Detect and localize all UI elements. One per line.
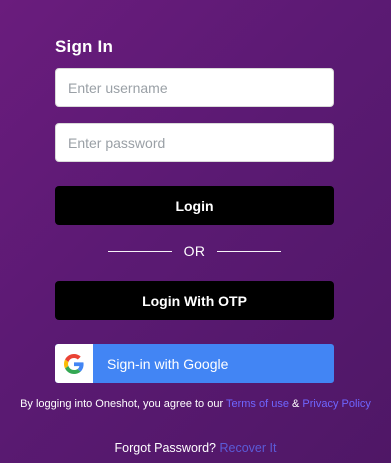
page-title: Sign In (55, 37, 114, 56)
login-with-otp-button[interactable]: Login With OTP (55, 281, 334, 320)
login-button-label: Login (175, 197, 214, 214)
google-button-label: Sign-in with Google (107, 355, 229, 372)
forgot-password-row: Forgot Password? Recover It (0, 441, 391, 455)
otp-button-label: Login With OTP (142, 292, 247, 309)
terms-ampersand: & (292, 398, 300, 410)
login-panel: Sign In Login OR Login With OTP Sign-in … (55, 36, 334, 383)
google-g-icon (64, 353, 84, 374)
terms-notice: By logging into Oneshot, you agree to ou… (0, 398, 391, 410)
divider-line-right (217, 250, 282, 252)
terms-of-use-link[interactable]: Terms of use (226, 398, 289, 410)
google-signin-button[interactable]: Sign-in with Google (55, 344, 334, 383)
divider-line-left (107, 250, 172, 252)
terms-prefix: By logging into Oneshot, you agree to ou… (20, 398, 224, 410)
recover-it-link[interactable]: Recover It (219, 441, 276, 455)
password-input[interactable] (55, 123, 334, 162)
or-text: OR (183, 243, 206, 259)
google-icon-box (55, 344, 93, 383)
username-input[interactable] (55, 68, 334, 107)
forgot-password-text: Forgot Password? (114, 441, 216, 455)
or-divider: OR (55, 242, 334, 260)
login-button[interactable]: Login (55, 186, 334, 225)
privacy-policy-link[interactable]: Privacy Policy (302, 398, 370, 410)
